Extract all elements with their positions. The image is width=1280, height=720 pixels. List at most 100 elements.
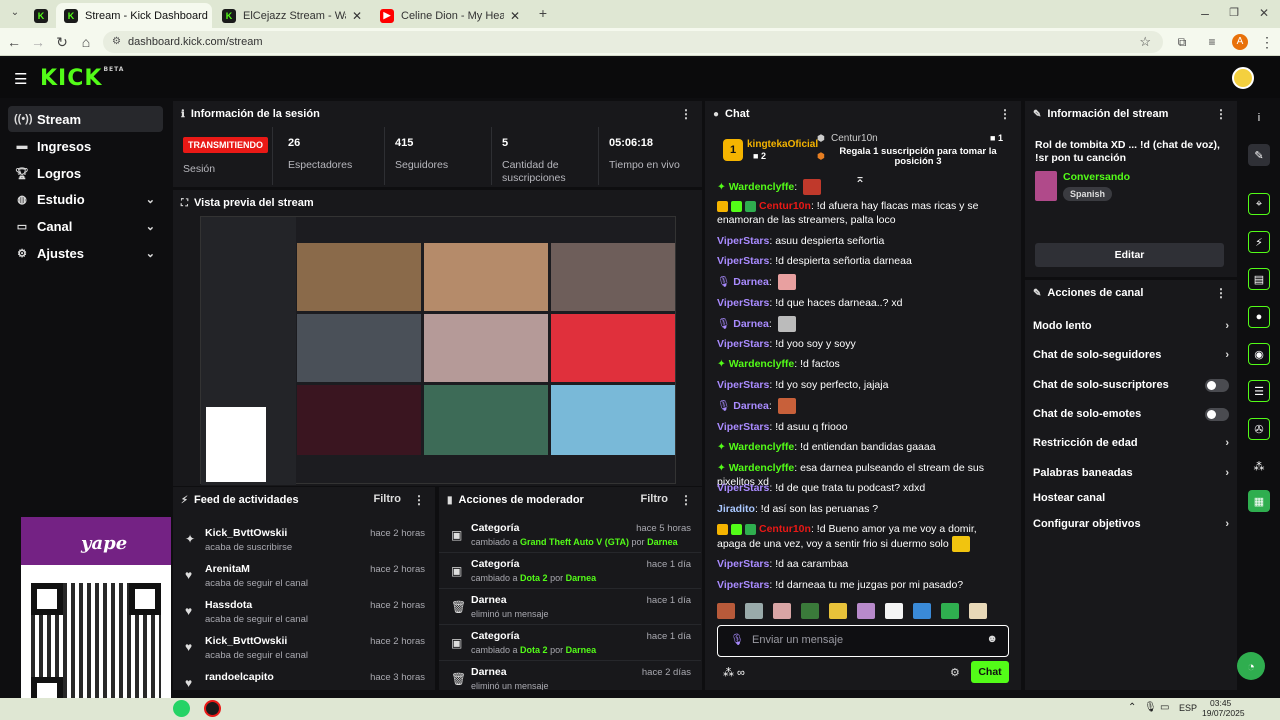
top-gifter-name[interactable]: kingtekaOficial: [747, 139, 818, 150]
more-options-icon[interactable]: ⋮: [680, 493, 692, 507]
close-window-icon[interactable]: ✕: [1255, 4, 1273, 22]
home-icon[interactable]: ⌂: [77, 33, 95, 51]
tools-icon[interactable]: ⁂: [1248, 455, 1270, 477]
stream-preview-video[interactable]: [200, 216, 676, 485]
chat-input[interactable]: 🎙︎ Enviar un mensaje ☻: [717, 625, 1009, 657]
mic-tray-icon[interactable]: 🎙︎: [1144, 702, 1157, 713]
filter-button[interactable]: Filtro: [374, 493, 402, 505]
forward-icon[interactable]: →: [29, 33, 47, 51]
chat-username[interactable]: ViperStars: [717, 338, 769, 350]
close-tab-icon[interactable]: ✕: [346, 9, 362, 23]
more-options-icon[interactable]: ⋮: [1215, 107, 1227, 121]
reload-icon[interactable]: ↻: [53, 33, 71, 51]
edit-stream-button[interactable]: Editar: [1035, 243, 1224, 267]
chat-username[interactable]: ViperStars: [717, 558, 769, 570]
whatsapp-icon[interactable]: [173, 700, 190, 717]
activity-user[interactable]: Kick_BvttOwskii: [205, 635, 287, 647]
chat-username[interactable]: ViperStars: [717, 379, 769, 391]
emote-icon[interactable]: [885, 603, 903, 619]
user-avatar[interactable]: [1232, 67, 1254, 89]
emoji-icon[interactable]: ☻: [986, 633, 998, 645]
chat-settings-icon[interactable]: ⚙: [950, 666, 960, 679]
more-options-icon[interactable]: ⋮: [1215, 286, 1227, 300]
action-slow-mode[interactable]: Modo lento ›: [1033, 316, 1229, 336]
chat-username[interactable]: ViperStars: [717, 482, 769, 494]
activity-user[interactable]: randoelcapito: [205, 671, 274, 683]
help-support-icon[interactable]: ◔: [1237, 652, 1265, 680]
clock-date[interactable]: 19/07/2025: [1202, 708, 1245, 718]
emote-icon[interactable]: [717, 603, 735, 619]
sidebar-item-stream[interactable]: ((•)) Stream: [8, 106, 163, 132]
activity-user[interactable]: ArenitaM: [205, 563, 250, 575]
chat-username[interactable]: Wardenclyffe: [729, 181, 795, 193]
sidebar-item-ajustes[interactable]: ⚙ Ajustes ⌄: [8, 240, 163, 266]
chat-username[interactable]: ViperStars: [717, 421, 769, 433]
broadcast-icon[interactable]: ◉: [1248, 343, 1270, 365]
emote-icon[interactable]: [773, 603, 791, 619]
action-banned-words[interactable]: Palabras baneadas ›: [1033, 463, 1229, 483]
chat-username[interactable]: ViperStars: [717, 255, 769, 267]
more-options-icon[interactable]: ⋮: [413, 493, 425, 507]
chat-username[interactable]: Wardenclyffe: [729, 358, 795, 370]
url-input[interactable]: ⚙ dashboard.kick.com/stream ☆: [103, 31, 1163, 53]
sidebar-item-ingresos[interactable]: ▬ Ingresos: [8, 133, 163, 159]
activity-user[interactable]: Kick_BvttOwskii: [205, 527, 287, 539]
gifter-name[interactable]: Centur10n: [831, 133, 878, 144]
action-age-restriction[interactable]: Restricción de edad ›: [1033, 433, 1229, 453]
site-info-icon[interactable]: ⚙: [112, 31, 121, 53]
emote-icon[interactable]: [941, 603, 959, 619]
tab-stream-dashboard[interactable]: K Stream - Kick Dashboard ✕: [56, 3, 212, 28]
chat-username[interactable]: ViperStars: [717, 579, 769, 591]
extensions-icon[interactable]: ⧉: [1173, 33, 1191, 51]
send-chat-button[interactable]: Chat: [971, 661, 1009, 683]
wrench-icon[interactable]: ✇: [1248, 418, 1270, 440]
maximize-icon[interactable]: ❐: [1225, 4, 1243, 22]
users-icon[interactable]: ☰: [1248, 380, 1270, 402]
chat-tools-icon[interactable]: ⁂ ∞: [723, 666, 745, 679]
chat-username[interactable]: ViperStars: [717, 235, 769, 247]
hamburger-menu-icon[interactable]: ☰: [14, 70, 27, 88]
action-followers-only[interactable]: Chat de solo-seguidores ›: [1033, 345, 1229, 365]
chat-username[interactable]: Darnea: [733, 276, 769, 288]
more-options-icon[interactable]: ⋮: [680, 107, 692, 121]
chat-username[interactable]: Wardenclyffe: [729, 441, 795, 453]
tab-elcejazz[interactable]: K ElCejazz Stream - Watch Live o ✕: [214, 3, 370, 28]
clapper-icon[interactable]: ▦: [1248, 490, 1270, 512]
chat-username[interactable]: Jiradito: [717, 503, 755, 515]
profile-avatar[interactable]: A: [1232, 34, 1248, 50]
network-icon[interactable]: ▭: [1160, 702, 1169, 713]
note-icon[interactable]: ▤: [1248, 268, 1270, 290]
emote-icon[interactable]: [913, 603, 931, 619]
pinned-tab[interactable]: K: [28, 3, 54, 28]
pencil-icon[interactable]: ✎: [1248, 144, 1270, 166]
emote-icon[interactable]: [969, 603, 987, 619]
sidebar-item-logros[interactable]: 🏆︎ Logros: [8, 160, 163, 186]
clock-time[interactable]: 03:45: [1210, 698, 1231, 708]
kick-logo[interactable]: KICKBETA: [40, 66, 124, 91]
sidebar-item-estudio[interactable]: ◍ Estudio ⌄: [8, 186, 163, 212]
chat-username[interactable]: ViperStars: [717, 297, 769, 309]
action-set-goals[interactable]: Configurar objetivos ›: [1033, 514, 1229, 534]
emote-icon[interactable]: [801, 603, 819, 619]
info-icon[interactable]: i: [1248, 107, 1270, 129]
back-icon[interactable]: ←: [5, 33, 23, 51]
tab-search-icon[interactable]: ⌄: [6, 4, 24, 22]
close-tab-icon[interactable]: ✕: [208, 9, 212, 23]
chat-username[interactable]: Wardenclyffe: [729, 462, 795, 474]
minimize-icon[interactable]: –: [1196, 4, 1214, 22]
emote-icon[interactable]: [857, 603, 875, 619]
category-name[interactable]: Conversando: [1063, 171, 1130, 183]
emotes-only-toggle[interactable]: [1205, 407, 1229, 421]
bookmark-star-icon[interactable]: ☆: [1139, 31, 1151, 53]
tab-youtube[interactable]: ▶ Celine Dion - My Heart Will Go ✕: [372, 3, 528, 28]
language-indicator[interactable]: ESP: [1179, 703, 1197, 713]
chat-username[interactable]: Darnea: [733, 318, 769, 330]
obs-icon[interactable]: [204, 700, 221, 717]
scan-icon[interactable]: ⌖: [1248, 193, 1270, 215]
chat-username[interactable]: Centur10n: [759, 200, 811, 212]
activity-user[interactable]: Hassdota: [205, 599, 252, 611]
sidebar-item-canal[interactable]: ▭ Canal ⌄: [8, 213, 163, 239]
reading-list-icon[interactable]: ≡: [1203, 33, 1221, 51]
lightning-icon[interactable]: ⚡︎: [1248, 231, 1270, 253]
more-options-icon[interactable]: ⋮: [999, 107, 1011, 121]
